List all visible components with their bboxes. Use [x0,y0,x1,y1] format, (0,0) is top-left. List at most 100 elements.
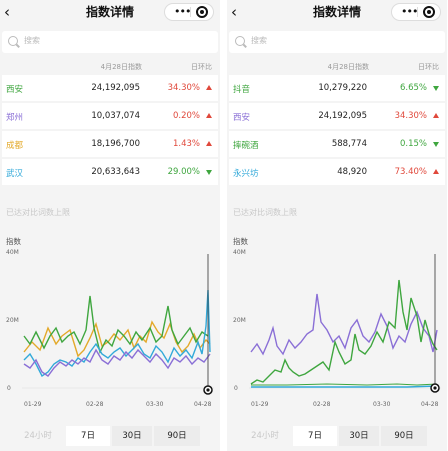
trend-down-icon [206,170,212,175]
comparison-table: 4月28日指数 日环比 抖音 10,279,220 6.65% 西安 24,19… [229,57,445,187]
y-tick: 0 [234,385,238,392]
keyword-name: 永兴坊 [233,169,259,179]
close-target-icon[interactable] [423,6,435,18]
col-value-header: 4月28日指数 [327,63,369,71]
keyword-name: 抖音 [233,85,251,95]
search-input[interactable]: 搜索 [2,31,218,53]
x-tick: 03-30 [373,401,391,408]
index-value: 20,633,643 [91,167,140,177]
table-row[interactable]: 抖音 10,279,220 6.65% [229,75,445,101]
col-value-header: 4月28日指数 [100,63,142,71]
tab-30d[interactable]: 30日 [112,426,152,446]
capsule-divider [190,7,191,17]
trend-down-icon [433,142,439,147]
table-header: 4月28日指数 日环比 [2,57,218,75]
change-value: 34.30% [394,111,427,121]
series-line-xian [23,295,209,355]
y-tick: 40M [233,249,246,256]
tab-7d[interactable]: 7日 [66,426,110,446]
change-value: 73.40% [394,167,427,177]
y-tick: 20M [6,317,19,324]
chart-ylabel: 指数 [6,237,21,246]
index-value: 48,920 [337,167,367,177]
series-line-yongxingfang [251,385,438,388]
limit-note: 已达对比词数上限 [6,208,70,217]
index-value: 588,774 [331,139,367,149]
cursor-handle-dot [433,386,437,390]
index-value: 24,192,095 [318,111,367,121]
table-row[interactable]: 西安 24,192,095 34.30% [229,103,445,129]
keyword-name: 武汉 [6,169,24,179]
tab-24h[interactable]: 24小时 [241,426,289,446]
x-tick: 01-29 [24,401,42,408]
nav-bar: ‹ 指数详情 ••• [0,0,220,26]
change-value: 0.20% [172,111,200,121]
range-tabs: 24小时 7日 30日 90日 [241,426,431,446]
keyword-name: 摔碗酒 [233,141,259,151]
more-icon[interactable]: ••• [174,4,191,20]
close-target-icon[interactable] [196,6,208,18]
x-tick: 02-28 [86,401,104,408]
trend-chart-svg[interactable]: 40M 20M 0 01-29 02-28 03-30 04-28 [0,232,220,422]
trend-chart[interactable]: 指数 40M 20M 0 01-29 02-28 03-30 04-28 [227,232,447,422]
change-value: 34.30% [167,83,200,93]
index-value: 10,279,220 [318,83,367,93]
tab-7d[interactable]: 7日 [293,426,337,446]
table-row[interactable]: 西安 24,192,095 34.30% [2,75,218,101]
series-line-shuaiwanjiu [251,383,438,386]
keyword-name: 成都 [6,141,24,151]
x-tick: 04-28 [421,401,439,408]
trend-up-icon [206,85,212,90]
table-header: 4月28日指数 日环比 [229,57,445,75]
tab-90d[interactable]: 90日 [381,426,427,446]
search-input[interactable]: 搜索 [229,31,445,53]
change-value: 1.43% [172,139,200,149]
screen-divider [220,0,227,451]
capsule-divider [417,7,418,17]
chart-ylabel: 指数 [233,237,248,246]
trend-chart-svg[interactable]: 40M 20M 0 01-29 02-28 03-30 04-28 [227,232,447,422]
y-tick: 20M [233,317,246,324]
col-change-header: 日环比 [418,63,439,71]
cursor-handle-dot [206,388,210,392]
keyword-name: 郑州 [6,113,24,123]
y-tick: 0 [7,385,11,392]
app-root: ‹ 指数详情 ••• 搜索 4月28日指数 日环比 西安 24,192,095 … [0,0,448,451]
trend-chart[interactable]: 指数 40M 20M 0 01-29 02-28 03-30 04-28 [0,232,220,422]
table-row[interactable]: 郑州 10,037,074 0.20% [2,103,218,129]
index-value: 10,037,074 [91,111,140,121]
series-line-douyin [250,279,438,385]
nav-bar: ‹ 指数详情 ••• [227,0,447,26]
keyword-name: 西安 [6,85,24,95]
screen-left: ‹ 指数详情 ••• 搜索 4月28日指数 日环比 西安 24,192,095 … [0,0,220,451]
trend-down-icon [433,86,439,91]
table-row[interactable]: 摔碗酒 588,774 0.15% [229,131,445,157]
search-placeholder: 搜索 [251,36,267,45]
trend-up-icon [433,169,439,174]
change-value: 29.00% [167,167,200,177]
more-icon[interactable]: ••• [401,4,418,20]
search-placeholder: 搜索 [24,36,40,45]
tab-30d[interactable]: 30日 [339,426,379,446]
keyword-name: 西安 [233,113,251,123]
series-line-xian [250,293,438,356]
search-icon [235,36,245,46]
tab-90d[interactable]: 90日 [154,426,200,446]
change-value: 6.65% [399,83,427,93]
table-row[interactable]: 永兴坊 48,920 73.40% [229,159,445,185]
table-row[interactable]: 武汉 20,633,643 29.00% [2,159,218,185]
screen-right: ‹ 指数详情 ••• 搜索 4月28日指数 日环比 抖音 10,279,220 … [227,0,447,451]
table-row[interactable]: 成都 18,196,700 1.43% [2,131,218,157]
col-change-header: 日环比 [191,63,212,71]
mini-program-capsule[interactable]: ••• [164,3,214,21]
x-tick: 01-29 [251,401,269,408]
trend-up-icon [206,113,212,118]
x-tick: 03-30 [146,401,164,408]
x-tick: 04-28 [194,401,212,408]
y-tick: 40M [6,249,19,256]
index-value: 18,196,700 [91,139,140,149]
tab-24h[interactable]: 24小时 [14,426,62,446]
mini-program-capsule[interactable]: ••• [391,3,441,21]
comparison-table: 4月28日指数 日环比 西安 24,192,095 34.30% 郑州 10,0… [2,57,218,187]
x-tick: 02-28 [313,401,331,408]
